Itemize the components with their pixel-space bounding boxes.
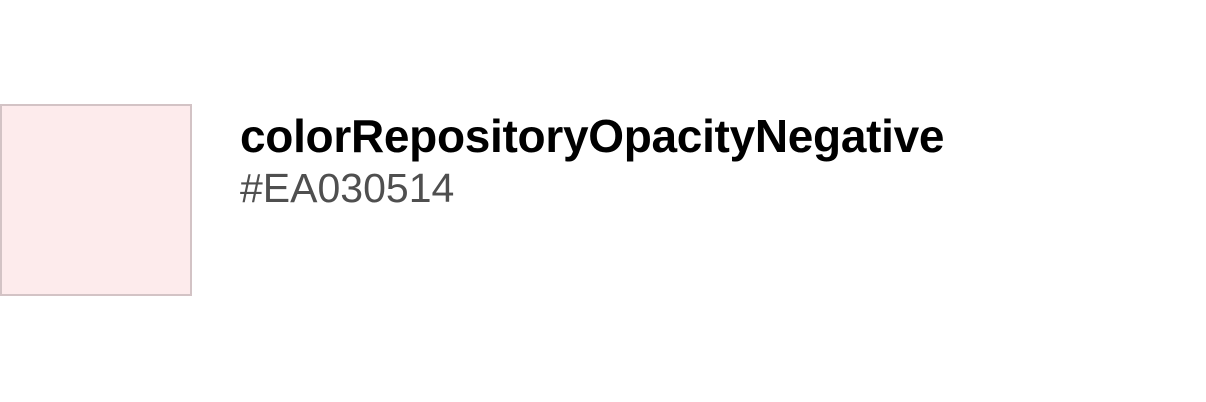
color-token-row: colorRepositoryOpacityNegative #EA030514: [0, 104, 945, 296]
color-token-name: colorRepositoryOpacityNegative: [240, 110, 945, 162]
color-token-info: colorRepositoryOpacityNegative #EA030514: [240, 104, 945, 212]
color-token-value: #EA030514: [240, 165, 455, 211]
color-swatch: [0, 104, 192, 296]
